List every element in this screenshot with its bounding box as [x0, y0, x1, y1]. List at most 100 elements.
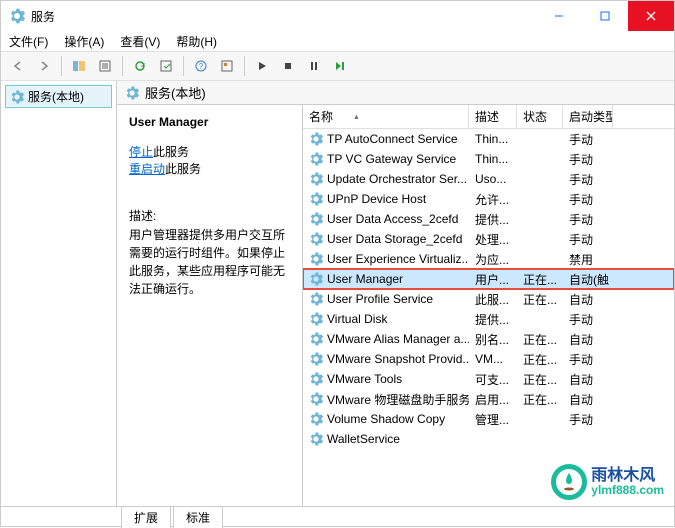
list-pane: 名称 ▴ 描述 状态 启动类型 TP AutoConnect ServiceTh… — [303, 105, 674, 506]
service-icon — [309, 312, 323, 326]
menubar: 文件(F) 操作(A) 查看(V) 帮助(H) — [1, 31, 674, 51]
stop-suffix: 此服务 — [153, 145, 189, 159]
service-row[interactable]: VMware Alias Manager a...别名...正在...自动 — [303, 329, 674, 349]
export-button[interactable] — [155, 55, 177, 77]
service-name: TP VC Gateway Service — [327, 152, 456, 166]
start-service-button[interactable] — [251, 55, 273, 77]
service-row[interactable]: UPnP Device Host允许...手动 — [303, 189, 674, 209]
service-desc: 提供... — [469, 209, 517, 230]
service-status — [517, 137, 563, 141]
service-row[interactable]: User Data Storage_2cefd 处理... 手动 — [303, 229, 674, 249]
service-desc: 允许... — [469, 189, 517, 210]
service-row[interactable]: VMware Tools可支...正在...自动 — [303, 369, 674, 389]
tab-standard[interactable]: 标准 — [173, 506, 223, 528]
menu-action[interactable]: 操作(A) — [64, 33, 104, 50]
service-start: 手动 — [563, 349, 613, 370]
col-start[interactable]: 启动类型 — [563, 105, 613, 129]
right-header-label: 服务(本地) — [145, 83, 206, 102]
tree-pane: 服务(本地) — [1, 81, 117, 506]
service-desc: 可支... — [469, 369, 517, 390]
service-icon — [309, 392, 323, 406]
tree-label: 服务(本地) — [28, 88, 84, 105]
list-body[interactable]: TP AutoConnect ServiceThin...手动TP VC Gat… — [303, 129, 674, 506]
service-desc: 此服... — [469, 289, 517, 310]
service-icon — [309, 232, 323, 246]
service-name: User Data Storage_2cefd — [327, 232, 462, 246]
service-name: Virtual Disk — [327, 312, 387, 326]
service-start — [563, 437, 613, 441]
detail-pane: User Manager 停止此服务 重启动此服务 描述: 用户管理器提供多用户… — [117, 105, 303, 506]
pause-service-button[interactable] — [303, 55, 325, 77]
service-icon — [309, 212, 323, 226]
service-row[interactable]: Virtual Disk 提供... 手动 — [303, 309, 674, 329]
service-start: 自动 — [563, 329, 613, 350]
service-status — [517, 237, 563, 241]
service-row[interactable]: Update Orchestrator Ser...Uso...手动 — [303, 169, 674, 189]
service-row[interactable]: VMware 物理磁盘助手服务启用...正在...自动 — [303, 389, 674, 409]
service-row[interactable]: VMware Snapshot Provid...VM...正在...手动 — [303, 349, 674, 369]
col-status[interactable]: 状态 — [517, 105, 563, 129]
forward-button[interactable] — [33, 55, 55, 77]
menu-view[interactable]: 查看(V) — [120, 33, 160, 50]
service-row[interactable]: User Manager用户...正在...自动(触 — [303, 269, 674, 289]
tree-services-local[interactable]: 服务(本地) — [5, 85, 112, 108]
service-row[interactable]: TP VC Gateway Service Thin... 手动 — [303, 149, 674, 169]
service-name: TP AutoConnect Service — [327, 132, 458, 146]
service-start: 手动 — [563, 309, 613, 330]
properties-button[interactable] — [94, 55, 116, 77]
service-row[interactable]: WalletService — [303, 429, 674, 449]
service-name: User Manager — [327, 272, 403, 286]
maximize-button[interactable] — [582, 1, 628, 31]
stop-service-button[interactable] — [277, 55, 299, 77]
service-row[interactable]: Volume Shadow Copy管理...手动 — [303, 409, 674, 429]
service-desc: 处理... — [469, 229, 517, 250]
minimize-button[interactable] — [536, 1, 582, 31]
show-hide-tree-button[interactable] — [68, 55, 90, 77]
service-start: 手动 — [563, 229, 613, 250]
watermark-logo-icon — [551, 464, 587, 500]
service-name: WalletService — [327, 432, 400, 446]
restart-link[interactable]: 重启动 — [129, 162, 165, 176]
service-desc: Uso... — [469, 170, 517, 188]
service-status: 正在... — [517, 269, 563, 290]
service-icon — [309, 292, 323, 306]
refresh-button[interactable] — [129, 55, 151, 77]
service-name: User Profile Service — [327, 292, 433, 306]
close-button[interactable] — [628, 1, 674, 31]
service-name: VMware Snapshot Provid... — [327, 352, 469, 366]
service-desc: 为应... — [469, 249, 517, 270]
back-button[interactable] — [7, 55, 29, 77]
service-row[interactable]: User Data Access_2cefd提供...手动 — [303, 209, 674, 229]
service-status: 正在... — [517, 369, 563, 390]
service-desc: 提供... — [469, 309, 517, 330]
restart-service-button[interactable] — [329, 55, 351, 77]
col-name[interactable]: 名称 ▴ — [303, 105, 469, 129]
properties2-button[interactable] — [216, 55, 238, 77]
service-row[interactable]: User Profile Service此服...正在...自动 — [303, 289, 674, 309]
col-desc[interactable]: 描述 — [469, 105, 517, 129]
service-icon — [309, 332, 323, 346]
stop-link[interactable]: 停止 — [129, 145, 153, 159]
restart-suffix: 此服务 — [165, 162, 201, 176]
service-row[interactable]: TP AutoConnect ServiceThin...手动 — [303, 129, 674, 149]
sort-arrow-icon: ▴ — [354, 112, 358, 121]
service-start: 自动 — [563, 369, 613, 390]
menu-help[interactable]: 帮助(H) — [176, 33, 217, 50]
tab-extended[interactable]: 扩展 — [121, 506, 171, 528]
list-header: 名称 ▴ 描述 状态 启动类型 — [303, 105, 674, 129]
service-start: 手动 — [563, 149, 613, 170]
services-icon — [9, 8, 25, 24]
service-row[interactable]: User Experience Virtualiz...为应...禁用 — [303, 249, 674, 269]
service-desc: 别名... — [469, 329, 517, 350]
service-icon — [309, 152, 323, 166]
service-name: VMware Alias Manager a... — [327, 332, 469, 346]
service-icon — [309, 432, 323, 446]
detail-title: User Manager — [129, 115, 294, 129]
service-desc: Thin... — [469, 150, 517, 168]
service-start: 自动(触 — [563, 269, 613, 290]
menu-file[interactable]: 文件(F) — [9, 33, 48, 50]
service-start: 手动 — [563, 169, 613, 190]
help-button[interactable]: ? — [190, 55, 212, 77]
right-header: 服务(本地) — [117, 81, 674, 105]
service-start: 自动 — [563, 289, 613, 310]
